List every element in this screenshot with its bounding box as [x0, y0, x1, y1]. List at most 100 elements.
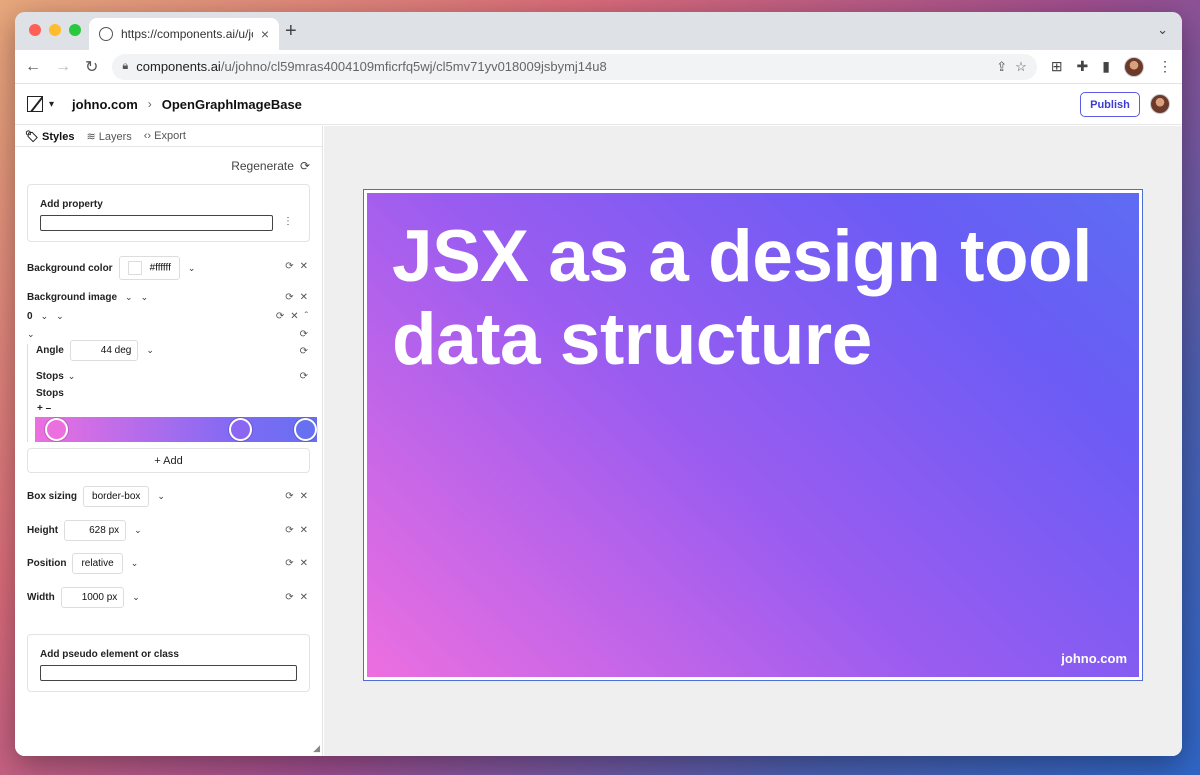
close-icon[interactable]: ✕	[300, 491, 308, 502]
app-logo-icon[interactable]	[27, 96, 43, 112]
width-input[interactable]: 1000 px	[60, 587, 125, 608]
address-bar[interactable]: 🔒︎ components.ai/u/johno/cl59mras4004109…	[112, 53, 1037, 80]
tag-icon: 🏷︎	[25, 130, 39, 143]
collapse-row: ⌄	[27, 329, 35, 340]
back-icon[interactable]: ←	[25, 58, 41, 76]
regenerate-button[interactable]: Regenerate ⟳	[231, 159, 310, 173]
add-pseudo-input[interactable]	[40, 665, 297, 681]
more-options-icon[interactable]: ⋮	[283, 216, 293, 227]
breadcrumb-component[interactable]: OpenGraphImageBase	[162, 97, 302, 112]
position-select[interactable]: relative	[72, 553, 123, 574]
close-icon[interactable]: ✕	[300, 592, 308, 603]
layer-index-row: 0 ⌄ ⌄	[27, 311, 64, 322]
tab-export[interactable]: ‹› Export	[144, 130, 186, 142]
stops-controls[interactable]: + –	[37, 403, 51, 414]
refresh-icon[interactable]: ⟳	[285, 525, 293, 536]
browser-toolbar: ← → ↻ 🔒︎ components.ai/u/johno/cl59mras4…	[15, 50, 1182, 84]
refresh-icon[interactable]: ⟳	[285, 292, 293, 303]
regenerate-label: Regenerate	[231, 159, 294, 173]
puzzle-extensions-icon[interactable]: ✚	[1077, 58, 1089, 75]
refresh-icon[interactable]: ⟳	[300, 346, 308, 357]
box-sizing-row: Box sizing border-box ⌄	[27, 486, 165, 507]
close-icon[interactable]: ✕	[300, 525, 308, 536]
user-avatar[interactable]	[1150, 94, 1170, 114]
refresh-icon[interactable]: ⟳	[285, 558, 293, 569]
og-image-preview[interactable]: JSX as a design tool data structure john…	[367, 193, 1139, 677]
close-tab-icon[interactable]: ×	[261, 26, 269, 42]
chevron-up-icon[interactable]: ˆ	[305, 311, 308, 322]
chevron-down-icon[interactable]: ⌄	[68, 371, 76, 382]
selected-frame[interactable]: JSX as a design tool data structure john…	[363, 189, 1143, 681]
gradient-stop-handle[interactable]	[294, 418, 317, 441]
breadcrumb-org[interactable]: johno.com	[72, 97, 138, 112]
chevron-down-icon[interactable]: ⌄	[188, 263, 196, 274]
box-sizing-select[interactable]: border-box	[83, 486, 150, 507]
nest-guide	[27, 344, 28, 442]
tab-layers[interactable]: ≋ Layers	[86, 130, 131, 143]
add-stop-button[interactable]: + Add	[27, 448, 310, 473]
close-window-button[interactable]	[29, 24, 41, 36]
refresh-icon[interactable]: ⟳	[300, 371, 308, 382]
zoom-window-button[interactable]	[69, 24, 81, 36]
angle-input[interactable]: 44 deg	[69, 340, 139, 361]
close-icon[interactable]: ✕	[300, 558, 308, 569]
chevron-down-icon[interactable]: ▾	[49, 99, 54, 110]
chevron-down-icon[interactable]: ⌄	[146, 345, 154, 356]
refresh-icon[interactable]: ⟳	[300, 329, 308, 340]
browser-menu-icon[interactable]: ⋮	[1158, 58, 1172, 75]
stops-dropdown-row: Stops ⌄	[36, 371, 75, 382]
gradient-stop-handle[interactable]	[45, 418, 68, 441]
close-icon[interactable]: ✕	[300, 292, 308, 303]
close-icon[interactable]: ✕	[290, 311, 298, 322]
stops-dropdown-label: Stops	[36, 371, 64, 382]
color-swatch[interactable]	[127, 261, 142, 275]
close-icon[interactable]: ✕	[300, 261, 308, 272]
chevron-down-icon[interactable]: ⌄	[157, 491, 165, 502]
grid-extension-icon[interactable]: ⊞	[1051, 58, 1063, 75]
minimize-window-button[interactable]	[49, 24, 61, 36]
chevron-down-icon[interactable]: ⌄	[131, 558, 139, 569]
new-tab-icon[interactable]: +	[285, 20, 297, 43]
width-row: Width 1000 px ⌄	[27, 587, 140, 608]
browser-tab[interactable]: https://components.ai/u/johno/ ×	[89, 18, 279, 50]
refresh-icon[interactable]: ⟳	[285, 592, 293, 603]
chevron-down-icon[interactable]: ⌄	[27, 329, 35, 340]
chevron-down-icon[interactable]: ⌄	[125, 292, 133, 303]
width-label: Width	[27, 592, 55, 603]
forward-icon[interactable]: →	[55, 58, 71, 76]
chevron-down-icon[interactable]: ⌄	[56, 311, 64, 322]
chevron-down-icon[interactable]: ⌄	[132, 592, 140, 603]
bookmark-star-icon[interactable]: ☆	[1015, 59, 1027, 75]
background-color-input[interactable]: #ffffff	[118, 256, 180, 280]
angle-label: Angle	[36, 345, 64, 356]
tab-title: https://components.ai/u/johno/	[121, 27, 253, 41]
tab-styles[interactable]: 🏷︎ Styles	[25, 130, 74, 143]
profile-avatar[interactable]	[1124, 56, 1144, 77]
refresh-icon[interactable]: ⟳	[285, 261, 293, 272]
refresh-icon[interactable]: ⟳	[276, 311, 284, 322]
design-canvas: JSX as a design tool data structure john…	[324, 126, 1182, 756]
sidebar-icon[interactable]: ▮	[1102, 58, 1110, 75]
url-path: /u/johno/cl59mras4004109mficrfq5wj/cl5mv…	[220, 59, 607, 74]
gradient-stop-handle[interactable]	[229, 418, 252, 441]
height-input[interactable]: 628 px	[64, 520, 127, 541]
og-footer: johno.com	[1061, 651, 1127, 666]
gradient-stops-bar[interactable]	[35, 417, 317, 442]
refresh-icon[interactable]: ⟳	[285, 491, 293, 502]
window-controls	[29, 24, 81, 36]
add-property-input[interactable]	[40, 215, 273, 231]
tab-search-chevron-icon[interactable]: ⌄	[1157, 22, 1168, 38]
chevron-down-icon[interactable]: ⌄	[41, 311, 49, 322]
reload-icon[interactable]: ↻	[85, 57, 98, 77]
background-color-label: Background color	[27, 262, 113, 274]
layer-index[interactable]: 0	[27, 311, 33, 322]
stops-actions: ⟳	[300, 371, 308, 382]
angle-actions: ⟳	[300, 346, 308, 357]
resize-handle-icon[interactable]: ◢	[313, 743, 320, 754]
share-icon[interactable]: ⇪	[996, 59, 1007, 75]
chevron-down-icon[interactable]: ⌄	[134, 525, 142, 536]
publish-button[interactable]: Publish	[1080, 92, 1140, 117]
chevron-down-icon[interactable]: ⌄	[141, 292, 149, 303]
background-color-row: Background color #ffffff ⌄	[27, 256, 195, 280]
angle-row: Angle 44 deg ⌄	[36, 340, 154, 361]
